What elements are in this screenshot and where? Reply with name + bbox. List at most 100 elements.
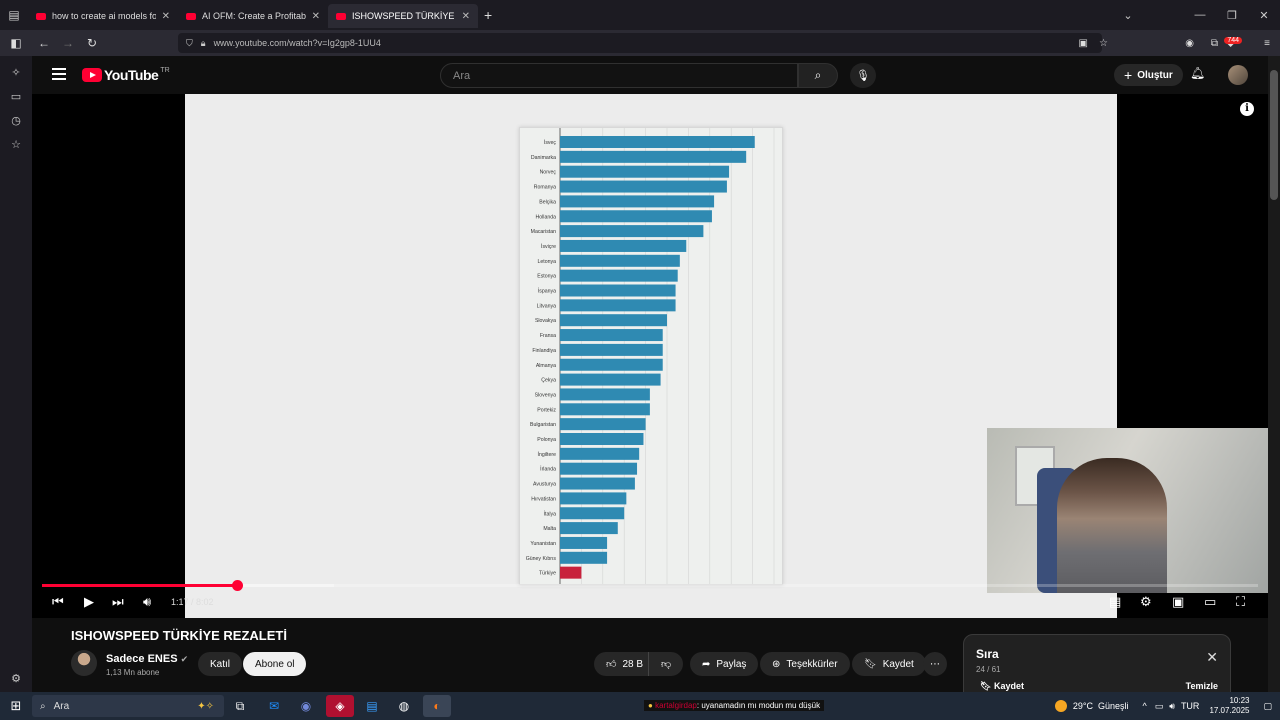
share-label: Paylaş (716, 658, 747, 670)
search-icon[interactable]: ⌕ (798, 63, 838, 88)
channel-name[interactable]: Sadece ENES ✔ (106, 653, 188, 665)
extension-ublock-icon[interactable]: ⛊744 (1224, 36, 1242, 49)
next-icon[interactable]: ⏭ (112, 594, 124, 610)
system-tray: 29°C Güneşli ^ ▭ 🔊︎ TUR 10:23 17.07.2025… (1054, 692, 1272, 720)
miniplayer-icon[interactable]: ▣ (1172, 594, 1184, 610)
bar-12 (560, 314, 667, 327)
tab-close-icon[interactable]: ✕ (462, 11, 470, 22)
microphone-icon[interactable]: 🎙︎ (850, 63, 876, 88)
tab-list-icon[interactable]: ▤ (0, 0, 28, 30)
subscribe-button[interactable]: Abone ol (243, 652, 307, 676)
notifications-bell-icon[interactable]: 🔔︎ (1190, 66, 1205, 80)
search-input[interactable]: Ara (440, 63, 798, 88)
category-label: Macaristan (531, 229, 556, 235)
lock-icon: 🔒︎ (200, 37, 206, 48)
volume-icon[interactable]: 🔊︎ (1169, 701, 1175, 712)
menu-icon[interactable]: ≡ (1264, 38, 1270, 49)
bookmark-icon: 🔖︎ (864, 658, 877, 670)
restore-icon[interactable]: ❐ (1216, 9, 1248, 22)
category-label: Güney Kıbrıs (526, 556, 557, 562)
tab-overflow-chevron-icon[interactable]: ⌄ (1112, 9, 1144, 22)
thumbs-down-icon: 👎︎ (661, 659, 672, 670)
bookmarks-star-icon[interactable]: ☆ (0, 132, 32, 156)
info-icon[interactable]: i (1240, 102, 1254, 116)
category-label: Yunanistan (530, 541, 556, 547)
thanks-button[interactable]: ⊛ Teşekkürler (760, 652, 850, 676)
synced-tabs-icon[interactable]: ▭ (0, 84, 32, 108)
video-player[interactable]: İsveç Danimarka Norveç Romanya Belçika Hollan… (32, 94, 1280, 618)
ai-chatbot-icon[interactable]: ✧ (0, 60, 32, 84)
plus-icon[interactable]: + (484, 7, 492, 23)
fullscreen-icon[interactable]: ⛶ (1236, 594, 1245, 610)
obs-icon[interactable]: ◍ (390, 695, 418, 717)
youtube-logo[interactable]: YouTube TR (82, 67, 170, 83)
tray-overflow-chevron-icon[interactable]: ^ (1143, 701, 1147, 711)
share-button[interactable]: ➦ Paylaş (690, 652, 759, 676)
back-arrow-icon[interactable]: ← (32, 31, 56, 55)
tab-title: AI OFM: Create a Profitable AI I (202, 11, 306, 21)
channel-avatar[interactable] (71, 650, 97, 676)
hamburger-menu-icon[interactable] (52, 68, 66, 80)
browser-tab-3-active[interactable]: ISHOWSPEED TÜRKİYE REZALE ✕ (328, 4, 478, 28)
tab-close-icon[interactable]: ✕ (162, 11, 170, 22)
account-icon[interactable]: ◉ (1185, 38, 1194, 49)
reload-icon[interactable]: ↻ (80, 31, 104, 55)
settings-gear-icon[interactable]: ⚙ (0, 666, 32, 690)
save-button[interactable]: 🔖︎ Kaydet (852, 652, 926, 676)
queue-save-label: Kaydet (993, 681, 1024, 691)
taskbar-search-input[interactable]: ⌕ Ara ✦✧ (32, 695, 224, 717)
taskbar-clock[interactable]: 10:23 17.07.2025 (1209, 696, 1249, 716)
history-icon[interactable]: ◷ (0, 108, 32, 132)
address-bar[interactable]: ⛉ 🔒︎ www.youtube.com/watch?v=Ig2gp8-1UU4 (178, 33, 1102, 53)
red-app-icon[interactable]: ◈ (326, 695, 354, 717)
close-window-icon[interactable]: ✕ (1248, 9, 1280, 22)
queue-clear-button[interactable]: Temizle (1186, 681, 1218, 691)
category-label: Norveç (540, 170, 557, 176)
minimize-icon[interactable]: — (1184, 9, 1216, 21)
picture-in-picture-icon[interactable]: ▣ (1079, 38, 1088, 49)
page-scrollbar[interactable] (1268, 56, 1280, 692)
bar-23 (560, 477, 635, 490)
windows-app-icon[interactable]: ▤ (358, 695, 386, 717)
windows-start-icon[interactable]: ⊞ (0, 692, 32, 720)
close-icon[interactable]: ✕ (1206, 649, 1218, 666)
task-view-icon[interactable]: ⧉ (226, 695, 254, 717)
window-controls: ⌄ — ❐ ✕ (1112, 0, 1280, 30)
firefox-icon[interactable]: ◐ (423, 695, 451, 717)
discord-icon[interactable]: ◉ (292, 695, 320, 717)
notifications-icon[interactable]: ▢ (1263, 701, 1272, 712)
channel-name-text: Sadece ENES (106, 653, 178, 665)
subtitles-icon[interactable]: ▤ (1109, 594, 1121, 610)
create-button[interactable]: + Oluştur (1114, 64, 1183, 86)
queue-save-button[interactable]: 🔖︎ Kaydet (980, 681, 1024, 692)
bar-27 (560, 536, 608, 549)
network-icon[interactable]: ▭ (1155, 701, 1164, 712)
user-avatar[interactable] (1228, 65, 1248, 85)
volume-icon[interactable]: 🔊︎ (143, 594, 151, 610)
previous-icon[interactable]: ⏮ (52, 594, 64, 610)
forward-arrow-icon[interactable]: → (56, 31, 80, 55)
browser-tab-2[interactable]: AI OFM: Create a Profitable AI I ✕ (178, 4, 328, 28)
more-horizontal-icon[interactable]: ⋯ (923, 652, 947, 676)
browser-tab-1[interactable]: how to create ai models for onl ✕ (28, 4, 178, 28)
youtube-favicon-icon (36, 12, 46, 20)
outlook-icon[interactable]: ✉ (260, 695, 288, 717)
play-icon[interactable]: ▶ (84, 594, 94, 610)
language-indicator[interactable]: TUR (1181, 701, 1200, 711)
youtube-play-logo-icon (82, 68, 102, 82)
scrollbar-thumb[interactable] (1270, 70, 1278, 200)
like-button[interactable]: 👍︎ 28 B (594, 652, 654, 676)
bookmark-star-icon[interactable]: ☆ (1099, 38, 1108, 49)
settings-gear-icon[interactable]: ⚙ (1140, 594, 1152, 610)
progress-bar[interactable] (42, 580, 1258, 591)
extensions-icon[interactable]: ⧉ (1211, 38, 1218, 49)
join-button[interactable]: Katıl (198, 652, 243, 676)
shield-icon[interactable]: ⛉ (186, 38, 193, 49)
player-controls: ⏮ ▶ ⏭ 🔊︎ 1:17 / 8:02 ▤ ⚙ ▣ ▭ ⛶ (32, 590, 1268, 618)
theater-mode-icon[interactable]: ▭ (1204, 594, 1216, 610)
tab-close-icon[interactable]: ✕ (312, 11, 320, 22)
category-label: Romanya (534, 185, 556, 191)
dislike-button[interactable]: 👎︎ (648, 652, 684, 676)
sidebar-toggle-icon[interactable]: ◧ (4, 31, 28, 55)
plus-icon: + (1124, 67, 1133, 83)
